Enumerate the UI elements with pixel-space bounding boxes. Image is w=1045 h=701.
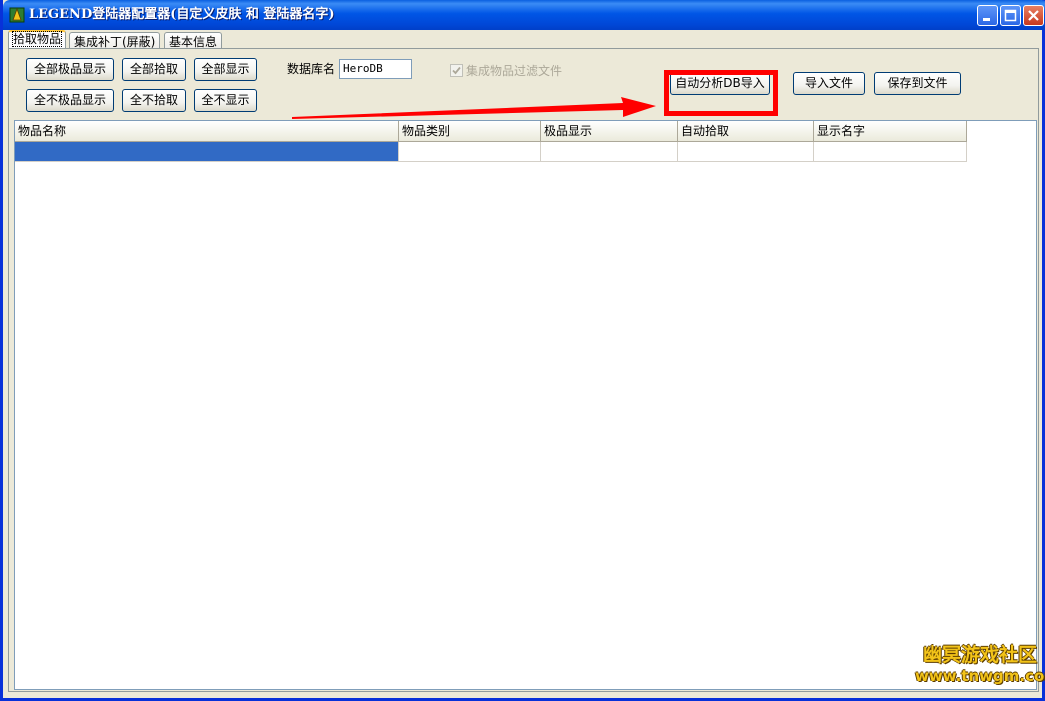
db-name-input[interactable]: HeroDB (339, 59, 412, 79)
window-title: LEGEND登陆器配置器(自定义皮肤 和 登陆器名字) (29, 7, 335, 22)
import-file-button[interactable]: 导入文件 (793, 72, 865, 95)
all-show-button[interactable]: 全部显示 (194, 58, 257, 81)
grid-cell-rare-show[interactable] (541, 142, 678, 162)
maximize-button[interactable] (1000, 5, 1021, 26)
none-show-button[interactable]: 全不显示 (194, 89, 257, 112)
maximize-icon (1004, 9, 1017, 22)
annotation-highlight-box (664, 70, 778, 116)
db-name-label: 数据库名 (287, 62, 336, 76)
table-row[interactable] (15, 142, 967, 162)
column-header-item-name[interactable]: 物品名称 (15, 121, 399, 142)
save-to-file-button[interactable]: 保存到文件 (874, 72, 961, 95)
grid-cell-item-name[interactable] (15, 142, 399, 162)
all-rare-show-button[interactable]: 全部极品显示 (26, 58, 114, 81)
minimize-button[interactable] (977, 5, 998, 26)
watermark-logo: 幽冥游戏社区 www.tnwgm.com (915, 644, 1045, 690)
grid-cell-auto-pickup[interactable] (678, 142, 814, 162)
grid-cell-item-type[interactable] (399, 142, 541, 162)
app-icon (9, 7, 25, 23)
none-pickup-button[interactable]: 全不拾取 (122, 89, 186, 112)
close-button[interactable] (1023, 5, 1044, 26)
column-header-auto-pickup[interactable]: 自动拾取 (678, 121, 814, 142)
app-window: LEGEND登陆器配置器(自定义皮肤 和 登陆器名字) 拾取物品 集成补丁(屏蔽… (0, 0, 1045, 701)
tab-pickup-items[interactable]: 拾取物品 (8, 30, 67, 49)
items-grid[interactable]: 物品名称 物品类别 极品显示 自动拾取 显示名字 (14, 120, 1037, 690)
none-rare-show-button[interactable]: 全不极品显示 (26, 89, 114, 112)
filter-file-checkbox[interactable] (450, 64, 463, 77)
watermark-title: 幽冥游戏社区 (922, 644, 1037, 666)
tab-label: 集成补丁(屏蔽) (74, 35, 156, 49)
close-icon (1028, 10, 1039, 21)
watermark-url: www.tnwgm.com (915, 667, 1045, 685)
grid-header: 物品名称 物品类别 极品显示 自动拾取 显示名字 (15, 121, 967, 142)
title-bar[interactable]: LEGEND登陆器配置器(自定义皮肤 和 登陆器名字) (3, 0, 1045, 30)
minimize-icon (983, 18, 990, 21)
checkmark-icon (452, 66, 461, 75)
column-header-rare-show[interactable]: 极品显示 (541, 121, 678, 142)
tab-label: 拾取物品 (11, 31, 63, 47)
column-header-item-type[interactable]: 物品类别 (399, 121, 541, 142)
column-header-show-name[interactable]: 显示名字 (814, 121, 967, 142)
filter-file-label: 集成物品过滤文件 (466, 64, 563, 78)
all-pickup-button[interactable]: 全部拾取 (122, 58, 186, 81)
grid-cell-show-name[interactable] (814, 142, 967, 162)
tab-label: 基本信息 (169, 35, 218, 49)
